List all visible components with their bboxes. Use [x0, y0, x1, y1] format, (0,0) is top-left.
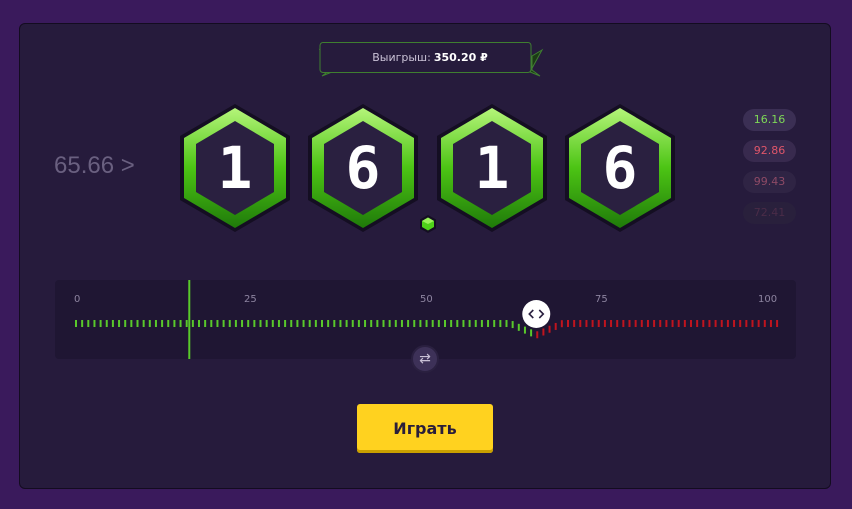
gem-icon: [418, 214, 438, 234]
win-banner: Выигрыш: 350.20 ₽: [318, 42, 544, 77]
history-list: 16.16 92.86 99.43 72.41: [743, 109, 796, 233]
history-item: 72.41: [743, 202, 796, 224]
digit-hex-2: 6: [305, 102, 421, 234]
win-amount-text: Выигрыш: 350.20 ₽: [318, 42, 542, 74]
history-item: 16.16: [743, 109, 796, 131]
swap-arrows-icon: ⇄: [419, 351, 431, 367]
digit-value-4: 6: [602, 134, 638, 202]
digit-hex-3: 1: [434, 102, 550, 234]
digit-hex-1: 1: [177, 102, 293, 234]
win-amount: 350.20 ₽: [433, 51, 488, 64]
digit-value-2: 6: [345, 134, 381, 202]
digit-hex-4: 6: [562, 102, 678, 234]
history-item: 92.86: [743, 140, 796, 162]
win-label: Выигрыш:: [372, 51, 431, 64]
target-value: 65.66 >: [54, 152, 135, 179]
digit-value-3: 1: [474, 134, 510, 202]
swap-direction-button[interactable]: ⇄: [411, 345, 439, 373]
slider-handle[interactable]: [522, 300, 551, 328]
play-button[interactable]: Играть: [357, 404, 493, 453]
digit-value-1: 1: [217, 134, 253, 202]
history-item: 99.43: [743, 171, 796, 193]
